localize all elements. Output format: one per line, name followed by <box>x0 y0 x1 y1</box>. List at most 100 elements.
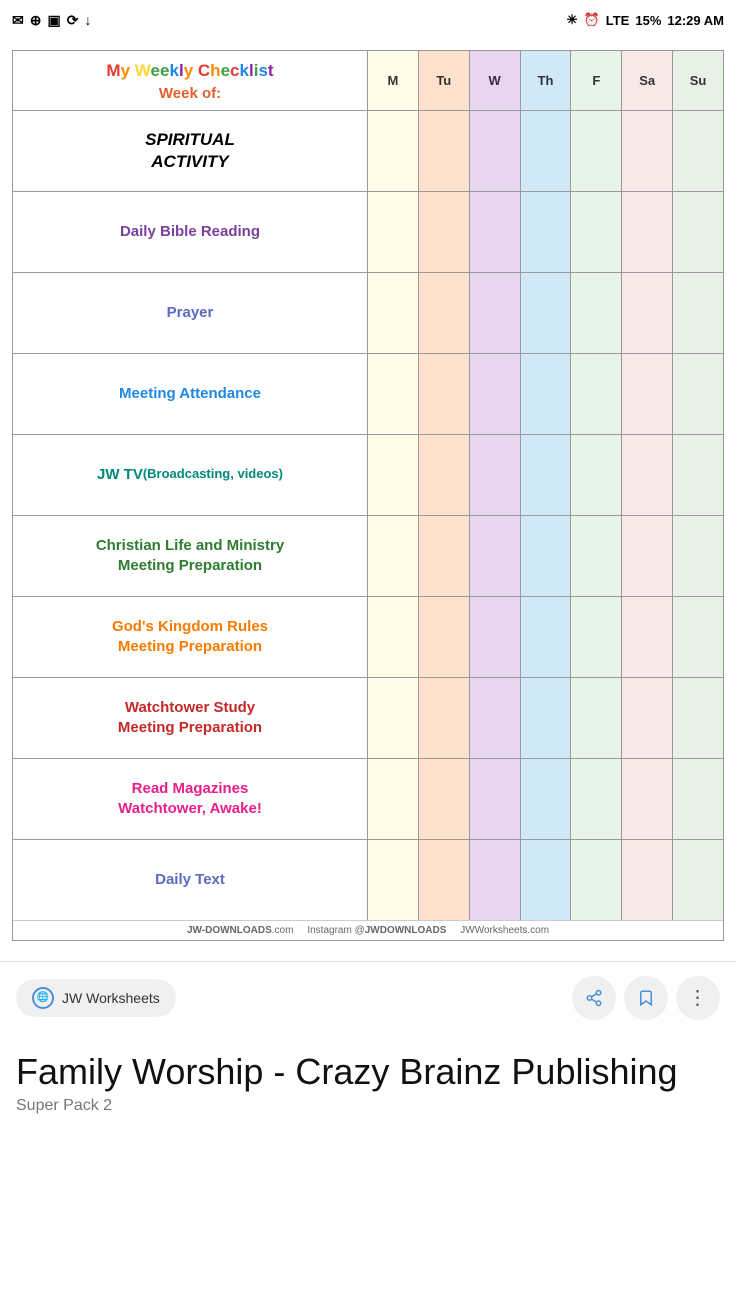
bottom-bar: 🌐 JW Worksheets ⋮ <box>0 961 736 1034</box>
footer-text: JW-DOWNLOADS.com Instagram @JWDOWNLOADS … <box>13 920 723 940</box>
cell-cl-f[interactable] <box>571 516 622 596</box>
row-prayer: Prayer <box>13 272 723 353</box>
cell-cl-sa[interactable] <box>622 516 673 596</box>
day-header-w: W <box>470 51 521 110</box>
page-title: Family Worship - Crazy Brainz Publishing <box>16 1050 720 1093</box>
bottom-actions: ⋮ <box>572 976 720 1020</box>
more-options-button[interactable]: ⋮ <box>676 976 720 1020</box>
cell-rm-sa[interactable] <box>622 759 673 839</box>
cell-cl-tu[interactable] <box>419 516 470 596</box>
time-display: 12:29 AM <box>667 13 724 28</box>
cell-ws-w[interactable] <box>470 678 521 758</box>
cell-dbr-f[interactable] <box>571 192 622 272</box>
cell-ws-su[interactable] <box>673 678 723 758</box>
cell-gk-su[interactable] <box>673 597 723 677</box>
cell-rm-su[interactable] <box>673 759 723 839</box>
week-of-label: Week of: <box>159 85 221 102</box>
label-prayer: Prayer <box>13 273 368 353</box>
cell-gk-tu[interactable] <box>419 597 470 677</box>
cell-dbr-w[interactable] <box>470 192 521 272</box>
cell-spiritual-tu <box>419 111 470 191</box>
cell-rm-tu[interactable] <box>419 759 470 839</box>
cell-ma-tu[interactable] <box>419 354 470 434</box>
row-read-magazines: Read MagazinesWatchtower, Awake! <box>13 758 723 839</box>
cell-prayer-tu[interactable] <box>419 273 470 353</box>
row-daily-text: Daily Text <box>13 839 723 920</box>
cell-cl-th[interactable] <box>521 516 572 596</box>
status-icons-right: ✳ ⏰ LTE 15% 12:29 AM <box>567 12 724 28</box>
row-meeting-attendance: Meeting Attendance <box>13 353 723 434</box>
alarm-icon: ⏰ <box>584 12 600 28</box>
spiritual-day-cells <box>368 111 723 191</box>
cell-dt-th[interactable] <box>521 840 572 920</box>
cell-ws-sa[interactable] <box>622 678 673 758</box>
cell-ma-m[interactable] <box>368 354 419 434</box>
cell-dt-su[interactable] <box>673 840 723 920</box>
cell-dt-m[interactable] <box>368 840 419 920</box>
cell-dbr-su[interactable] <box>673 192 723 272</box>
cell-dt-w[interactable] <box>470 840 521 920</box>
cell-dbr-th[interactable] <box>521 192 572 272</box>
cell-ws-f[interactable] <box>571 678 622 758</box>
cell-prayer-su[interactable] <box>673 273 723 353</box>
spiritual-activity-label: SPIRITUALACTIVITY <box>13 111 368 191</box>
cell-cl-su[interactable] <box>673 516 723 596</box>
day-header-su: Su <box>673 51 723 110</box>
cell-ws-tu[interactable] <box>419 678 470 758</box>
cell-ma-su[interactable] <box>673 354 723 434</box>
cell-cl-w[interactable] <box>470 516 521 596</box>
cell-dt-tu[interactable] <box>419 840 470 920</box>
label-jw-tv: JW TV(Broadcasting, videos) <box>13 435 368 515</box>
cell-rm-m[interactable] <box>368 759 419 839</box>
cell-jwtv-w[interactable] <box>470 435 521 515</box>
cell-ws-th[interactable] <box>521 678 572 758</box>
cell-prayer-w[interactable] <box>470 273 521 353</box>
cell-rm-w[interactable] <box>470 759 521 839</box>
cell-jwtv-su[interactable] <box>673 435 723 515</box>
cell-cl-m[interactable] <box>368 516 419 596</box>
row-daily-bible-reading: Daily Bible Reading <box>13 191 723 272</box>
cell-ma-w[interactable] <box>470 354 521 434</box>
day-header-th: Th <box>521 51 572 110</box>
cell-rm-f[interactable] <box>571 759 622 839</box>
cell-dbr-sa[interactable] <box>622 192 673 272</box>
cell-dt-f[interactable] <box>571 840 622 920</box>
cell-jwtv-m[interactable] <box>368 435 419 515</box>
cell-jwtv-tu[interactable] <box>419 435 470 515</box>
cell-gk-m[interactable] <box>368 597 419 677</box>
cell-gk-w[interactable] <box>470 597 521 677</box>
cell-prayer-m[interactable] <box>368 273 419 353</box>
cell-ws-m[interactable] <box>368 678 419 758</box>
row-watchtower-study: Watchtower StudyMeeting Preparation <box>13 677 723 758</box>
site-pill[interactable]: 🌐 JW Worksheets <box>16 979 176 1017</box>
cells-christian-life <box>368 516 723 596</box>
cell-gk-f[interactable] <box>571 597 622 677</box>
row-gods-kingdom: God's Kingdom RulesMeeting Preparation <box>13 596 723 677</box>
row-jw-tv: JW TV(Broadcasting, videos) <box>13 434 723 515</box>
cell-prayer-th[interactable] <box>521 273 572 353</box>
day-header-m: M <box>368 51 419 110</box>
cell-dt-sa[interactable] <box>622 840 673 920</box>
more-dots-icon: ⋮ <box>688 985 709 1010</box>
cell-jwtv-th[interactable] <box>521 435 572 515</box>
share-button[interactable] <box>572 976 616 1020</box>
checklist-card: My Weekly Checklist Week of: M Tu W Th F… <box>12 50 724 941</box>
status-bar: ✉ ⊕ ▣ ⟳ ↓ ✳ ⏰ LTE 15% 12:29 AM <box>0 0 736 40</box>
cell-prayer-f[interactable] <box>571 273 622 353</box>
cell-dbr-tu[interactable] <box>419 192 470 272</box>
cell-ma-f[interactable] <box>571 354 622 434</box>
label-meeting-attendance: Meeting Attendance <box>13 354 368 434</box>
cells-jw-tv <box>368 435 723 515</box>
bookmark-button[interactable] <box>624 976 668 1020</box>
cell-ma-sa[interactable] <box>622 354 673 434</box>
cell-gk-th[interactable] <box>521 597 572 677</box>
cell-dbr-m[interactable] <box>368 192 419 272</box>
cell-rm-th[interactable] <box>521 759 572 839</box>
cell-jwtv-f[interactable] <box>571 435 622 515</box>
cell-prayer-sa[interactable] <box>622 273 673 353</box>
cell-ma-th[interactable] <box>521 354 572 434</box>
cell-gk-sa[interactable] <box>622 597 673 677</box>
cells-daily-text <box>368 840 723 920</box>
cell-spiritual-w <box>470 111 521 191</box>
cell-jwtv-sa[interactable] <box>622 435 673 515</box>
